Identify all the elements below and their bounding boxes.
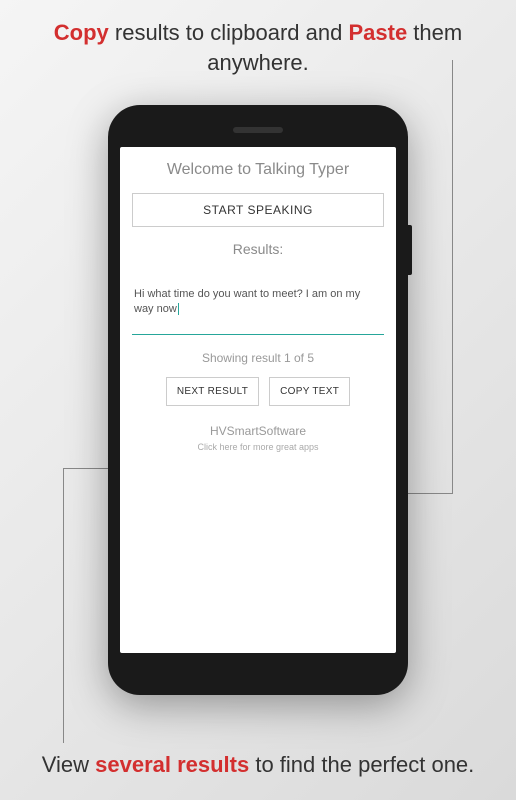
copy-text-button[interactable]: COPY TEXT (269, 377, 350, 406)
caption-text-1: results to clipboard and (109, 20, 349, 45)
phone-frame: Welcome to Talking Typer START SPEAKING … (108, 105, 408, 695)
company-name: HVSmartSoftware (132, 424, 384, 438)
phone-screen: Welcome to Talking Typer START SPEAKING … (120, 147, 396, 653)
top-marketing-caption: Copy results to clipboard and Paste them… (0, 0, 516, 87)
results-label: Results: (132, 241, 384, 257)
bottom-marketing-caption: View several results to find the perfect… (0, 750, 516, 780)
result-text-field[interactable]: Hi what time do you want to meet? I am o… (132, 287, 384, 335)
app-title: Welcome to Talking Typer (132, 161, 384, 179)
next-result-button[interactable]: NEXT RESULT (166, 377, 259, 406)
button-row: NEXT RESULT COPY TEXT (132, 377, 384, 406)
highlight-several: several results (95, 752, 249, 777)
start-speaking-button[interactable]: START SPEAKING (132, 193, 384, 227)
highlight-copy: Copy (54, 20, 109, 45)
caption-text-4: to find the perfect one. (249, 752, 474, 777)
highlight-paste: Paste (348, 20, 407, 45)
result-status: Showing result 1 of 5 (132, 351, 384, 365)
more-apps-link[interactable]: Click here for more great apps (132, 442, 384, 452)
caption-text-3: View (42, 752, 95, 777)
